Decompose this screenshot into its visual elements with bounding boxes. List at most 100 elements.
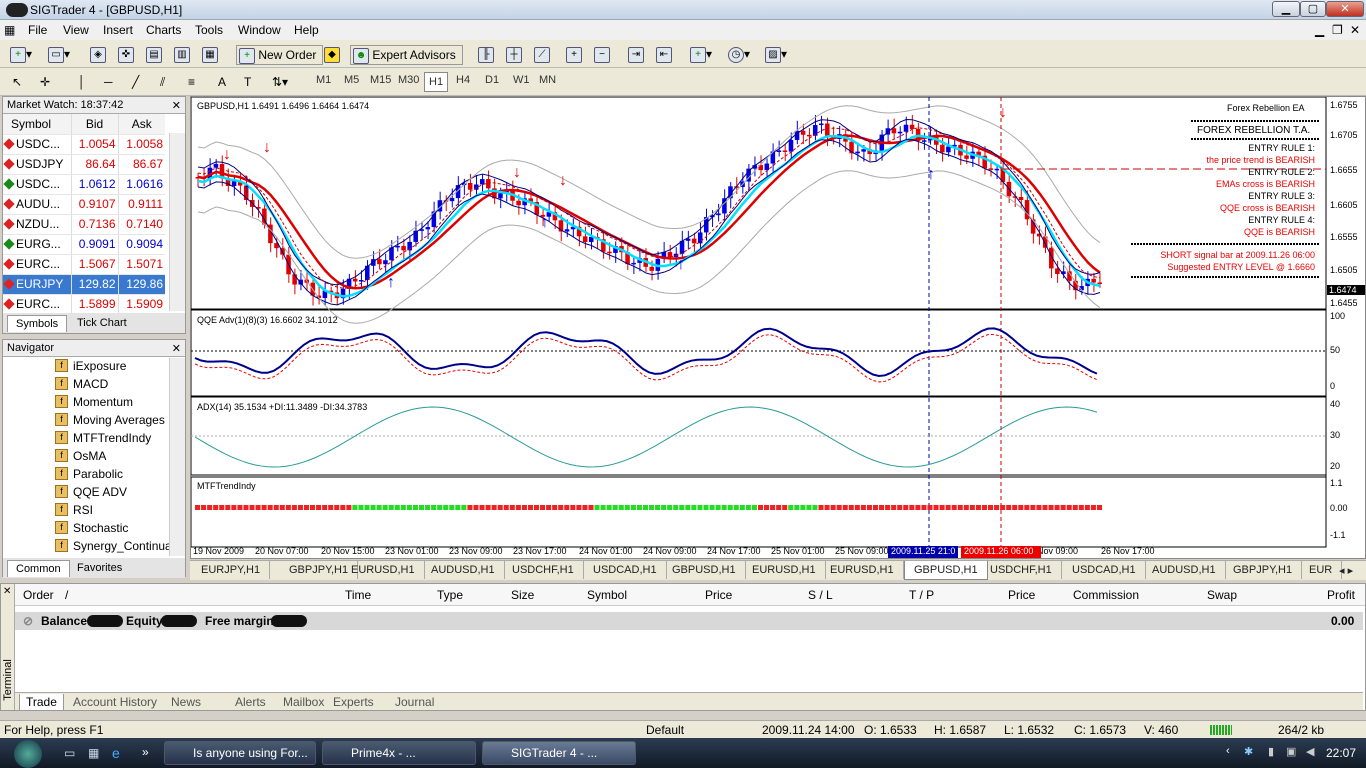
col-symbol[interactable]: Symbol bbox=[587, 588, 627, 602]
tab-tick-chart[interactable]: Tick Chart bbox=[69, 315, 135, 331]
close-icon[interactable]: ✕ bbox=[172, 342, 181, 355]
navigator-item[interactable]: f OsMA bbox=[3, 447, 169, 465]
col-tp[interactable]: T / P bbox=[909, 588, 934, 602]
chart-tab[interactable]: AUDUSD,H1 bbox=[1143, 561, 1226, 579]
expert-advisors-button[interactable]: ☻ Expert Advisors bbox=[350, 45, 463, 65]
new-chart-icon[interactable]: + ▾ bbox=[10, 45, 32, 63]
arrows-icon[interactable]: ⇅▾ bbox=[272, 73, 288, 91]
timeframe-d1[interactable]: D1 bbox=[485, 74, 499, 86]
cursor-icon[interactable]: ↖ bbox=[12, 73, 22, 91]
tray-power-icon[interactable]: ▮ bbox=[1268, 745, 1274, 758]
profiles-icon[interactable]: ▭ ▾ bbox=[48, 45, 70, 63]
terminal-tab[interactable]: Trade bbox=[19, 694, 64, 711]
market-watch-row[interactable]: USDC... 1.0612 1.0616 bbox=[3, 174, 165, 195]
fibonacci-icon[interactable]: ≡ bbox=[188, 73, 195, 91]
menu-charts[interactable]: Charts bbox=[146, 23, 181, 37]
market-watch-icon[interactable]: ◈ bbox=[90, 45, 106, 63]
chart-tab[interactable]: USDCHF,H1 bbox=[503, 561, 584, 579]
market-watch-row[interactable]: NZDU... 0.7136 0.7140 bbox=[3, 214, 165, 235]
terminal-tab[interactable]: Experts bbox=[327, 694, 380, 710]
timeframe-m1[interactable]: M1 bbox=[316, 74, 331, 86]
child-close-button[interactable]: ✕ bbox=[1350, 23, 1360, 37]
terminal-tab[interactable]: News bbox=[165, 694, 207, 710]
chart-tab[interactable]: EURUSD,H1 bbox=[821, 561, 904, 579]
navigator-item[interactable]: f Synergy_Continua bbox=[3, 537, 172, 555]
tab-scroll-icon[interactable]: ◂ ▸ bbox=[1330, 561, 1362, 580]
line-chart-icon[interactable]: ⟋ bbox=[534, 45, 550, 63]
task-sigtrader[interactable]: SIGTrader 4 - ... bbox=[482, 741, 636, 765]
navigator-item[interactable]: f Moving Averages bbox=[3, 411, 169, 429]
navigator-item[interactable]: f MTFTrendIndy bbox=[3, 429, 169, 447]
terminal-tab[interactable]: Alerts bbox=[229, 694, 272, 710]
col-ask[interactable]: Ask bbox=[117, 114, 165, 135]
col-swap[interactable]: Swap bbox=[1207, 588, 1237, 602]
terminal-tab[interactable]: Mailbox bbox=[277, 694, 330, 710]
data-window-icon[interactable]: ✜ bbox=[118, 45, 134, 63]
navigator-item[interactable]: f Parabolic bbox=[3, 465, 169, 483]
timeframe-h4[interactable]: H4 bbox=[456, 74, 470, 86]
tab-favorites[interactable]: Favorites bbox=[69, 560, 130, 576]
timeframe-mn[interactable]: MN bbox=[539, 74, 556, 86]
crosshair-icon[interactable]: ✛ bbox=[40, 73, 50, 91]
explorer-icon[interactable]: ▦ bbox=[88, 746, 99, 760]
bar-chart-icon[interactable]: ╟ bbox=[478, 45, 494, 63]
close-icon[interactable]: ✕ bbox=[172, 99, 181, 112]
market-watch-row[interactable]: AUDU... 0.9107 0.9111 bbox=[3, 194, 165, 215]
tab-common[interactable]: Common bbox=[7, 560, 70, 577]
market-watch-scrollbar[interactable] bbox=[169, 133, 185, 311]
app-menu-icon[interactable]: ▦ bbox=[4, 23, 15, 37]
menu-help[interactable]: Help bbox=[294, 23, 319, 37]
text-label-icon[interactable]: T bbox=[244, 73, 251, 91]
tab-symbols[interactable]: Symbols bbox=[7, 315, 68, 332]
chart-tab[interactable]: EURJPY,H1 bbox=[192, 561, 271, 579]
new-order-button[interactable]: + New Order bbox=[236, 45, 324, 65]
navigator-item[interactable]: f Stochastic bbox=[3, 519, 169, 537]
clock[interactable]: 22:07 bbox=[1326, 746, 1356, 760]
menu-tools[interactable]: Tools bbox=[195, 23, 223, 37]
col-sl[interactable]: S / L bbox=[808, 588, 833, 602]
market-watch-row[interactable]: USDC... 1.0054 1.0058 bbox=[3, 134, 165, 155]
navigator-scrollbar[interactable] bbox=[169, 358, 185, 556]
col-time[interactable]: Time bbox=[345, 588, 371, 602]
tester-icon[interactable]: ▦ bbox=[202, 45, 218, 63]
candlestick-icon[interactable]: ┼ bbox=[506, 45, 522, 63]
market-watch-row[interactable]: EURC... 1.5899 1.5909 bbox=[3, 294, 165, 315]
col-type[interactable]: Type bbox=[437, 588, 463, 602]
zoom-out-icon[interactable]: − bbox=[594, 45, 610, 63]
tray-arrow-icon[interactable]: ‹ bbox=[1226, 745, 1230, 757]
terminal-icon[interactable]: ▥ bbox=[174, 45, 190, 63]
tray-network-icon[interactable]: ▣ bbox=[1286, 745, 1296, 758]
market-watch-row[interactable]: EURC... 1.5067 1.5071 bbox=[3, 254, 165, 275]
chart-tab[interactable]: USDCHF,H1 bbox=[981, 561, 1062, 579]
child-minimize-button[interactable]: ▁ bbox=[1315, 23, 1324, 37]
chart-window[interactable]: 1.6755 1.6705 1.6655 1.6605 1.6555 1.6505 1.64… bbox=[190, 96, 1366, 559]
chart-shift-icon[interactable]: ⇤ bbox=[656, 45, 672, 63]
child-restore-button[interactable]: ❐ bbox=[1332, 23, 1343, 37]
show-desktop-icon[interactable]: ▭ bbox=[64, 746, 75, 760]
menu-file[interactable]: File bbox=[28, 23, 47, 37]
chart-tab[interactable]: GBPJPY,H1 bbox=[1224, 561, 1303, 579]
close-button[interactable]: ✕ bbox=[1326, 1, 1364, 17]
chart-tab[interactable]: AUDUSD,H1 bbox=[422, 561, 505, 579]
metaeditor-icon[interactable]: ◆ bbox=[324, 45, 340, 63]
menu-window[interactable]: Window bbox=[238, 23, 281, 37]
periods-icon[interactable]: ◷ ▾ bbox=[728, 45, 750, 63]
col-price[interactable]: Price bbox=[705, 588, 732, 602]
minimize-button[interactable]: ▁ bbox=[1272, 1, 1300, 17]
channel-icon[interactable]: ⫽ bbox=[160, 73, 165, 91]
text-icon[interactable]: A bbox=[218, 73, 226, 91]
auto-scroll-icon[interactable]: ⇥ bbox=[628, 45, 644, 63]
market-watch-row[interactable]: USDJPY 86.64 86.67 bbox=[3, 154, 165, 175]
market-watch-row[interactable]: EURG... 0.9091 0.9094 bbox=[3, 234, 165, 255]
ie-icon[interactable]: e bbox=[112, 745, 120, 761]
menu-insert[interactable]: Insert bbox=[103, 23, 133, 37]
col-price-2[interactable]: Price bbox=[1008, 588, 1035, 602]
vertical-line-icon[interactable]: │ bbox=[78, 73, 86, 91]
chart-tab[interactable]: GBPUSD,H1 bbox=[904, 561, 988, 580]
chart-tab[interactable]: USDCAD,H1 bbox=[1063, 561, 1146, 579]
col-commission[interactable]: Commission bbox=[1073, 588, 1139, 602]
task-prime4x[interactable]: Prime4x - ... bbox=[322, 741, 476, 765]
terminal-tab[interactable]: Account History bbox=[67, 694, 163, 710]
col-bid[interactable]: Bid bbox=[70, 114, 118, 135]
navigator-item[interactable]: f QQE ADV bbox=[3, 483, 169, 501]
